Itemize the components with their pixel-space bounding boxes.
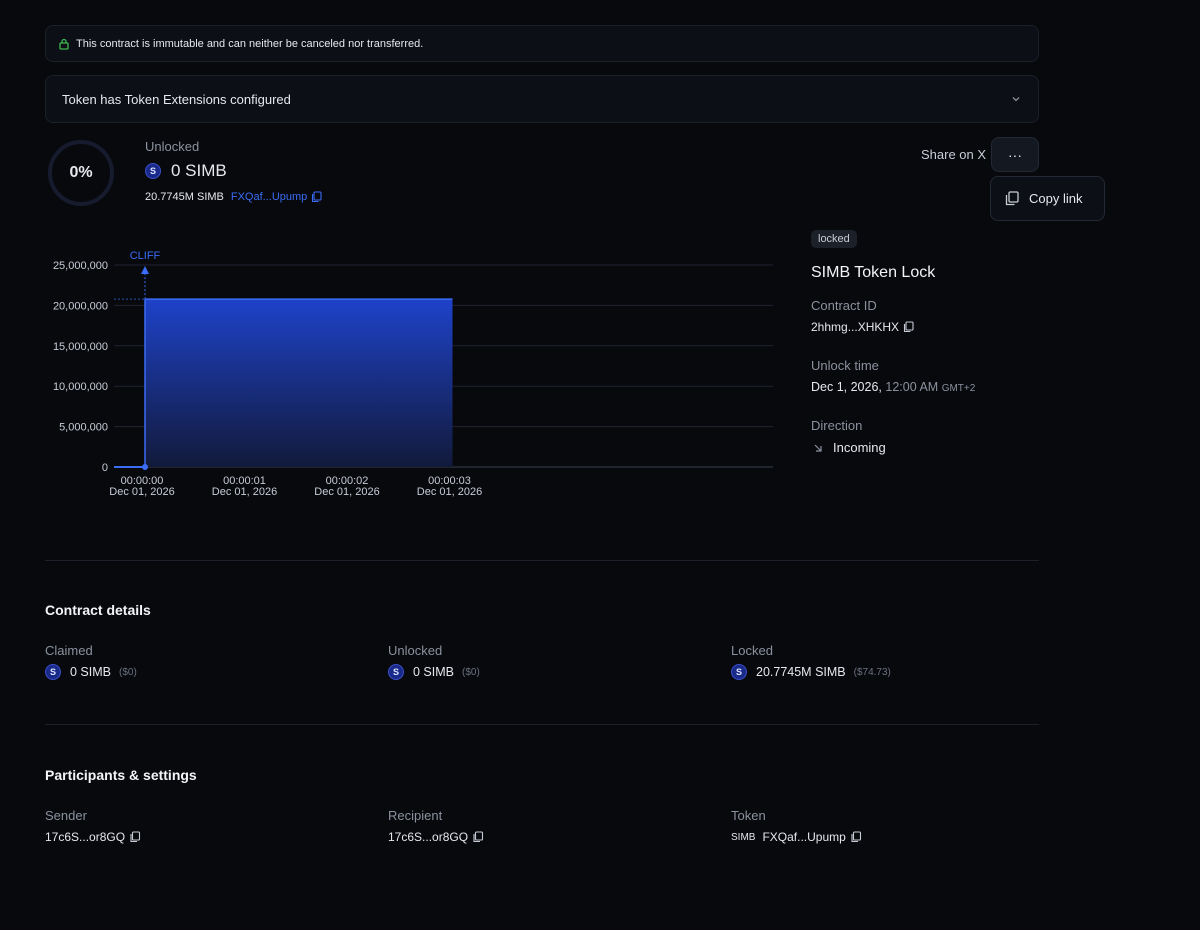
locked-usd: ($74.73) [853,666,891,678]
claimed-usd: ($0) [119,666,137,678]
recipient-row: 17c6S...or8GQ [388,830,484,844]
x-tick-date: Dec 01, 2026 [212,486,277,498]
token-address-link[interactable]: FXQaf...Upump [231,191,307,203]
status-label: Unlocked [145,139,200,154]
unlock-time-label: Unlock time [811,358,879,373]
more-options-button[interactable]: ··· [991,137,1039,172]
token-extensions-accordion[interactable]: Token has Token Extensions configured [45,75,1039,123]
contract-id-row: 2hhmg...XHKHX [811,320,914,334]
recipient-address: 17c6S...or8GQ [388,830,469,844]
unlock-timezone: GMT+2 [941,383,976,394]
cliff-arrow-icon [141,266,149,274]
locked-value: S 20.7745M SIMB ($74.73) [731,664,891,680]
cliff-label: CLIFF [130,250,161,262]
lock-icon [59,38,69,50]
direction-value: Incoming [833,440,886,455]
token-icon: S [145,163,161,179]
progress-percent: 0% [69,164,93,181]
arrow-down-right-icon [814,444,822,452]
contract-details-title: Contract details [45,602,151,618]
token-symbol: SIMB [731,831,756,843]
unlocked-usd: ($0) [462,666,480,678]
contract-id-label: Contract ID [811,298,877,313]
direction-label: Direction [811,418,863,433]
copy-icon[interactable] [129,831,141,843]
share-on-x-button[interactable]: Share on X [921,147,986,162]
participants-title: Participants & settings [45,767,197,783]
contract-title: SIMB Token Lock [811,264,936,281]
total-amount: 20.7745M SIMB [145,191,224,203]
copy-icon[interactable] [850,831,862,843]
unlock-time-value: Dec 1, 2026, 12:00 AM GMT+2 [811,380,975,394]
claimed-amount: 0 SIMB [70,665,111,679]
total-row: 20.7745M SIMB FXQaf...Upump [145,191,322,203]
unlocked-amount-value: 0 SIMB [171,161,227,180]
sender-address: 17c6S...or8GQ [45,830,126,844]
direction-row: Incoming [811,440,886,455]
y-tick-label: 15,000,000 [53,341,108,353]
locked-label: Locked [731,643,773,658]
copy-icon [1005,191,1019,206]
token-icon: S [388,664,404,680]
token-address: FXQaf...Upump [762,830,846,844]
x-tick-date: Dec 01, 2026 [417,486,482,498]
more-icon: ··· [1008,146,1022,163]
chevron-down-icon [1012,97,1020,102]
y-tick-label: 5,000,000 [59,422,108,434]
x-tick-date: Dec 01, 2026 [314,486,379,498]
locked-amount: 20.7745M SIMB [756,665,846,679]
sender-row: 17c6S...or8GQ [45,830,141,844]
y-tick-label: 25,000,000 [53,260,108,272]
area-fill [145,299,453,467]
section-divider [45,724,1039,725]
immutable-text: This contract is immutable and can neith… [76,37,424,50]
unlocked-amount: S 0 SIMB [145,161,227,181]
recipient-label: Recipient [388,808,443,823]
copy-link-menu-item[interactable]: Copy link [990,176,1105,221]
claimed-value: S 0 SIMB ($0) [45,664,137,680]
section-divider [45,560,1039,561]
unlocked-value: S 0 SIMB ($0) [388,664,480,680]
token-icon: S [731,664,747,680]
y-tick-label: 10,000,000 [53,381,108,393]
unlock-progress-ring: 0% [48,140,114,206]
sender-label: Sender [45,808,87,823]
unlocked-label: Unlocked [388,643,443,658]
status-badge: locked [811,230,857,248]
unlocked-detail-amount: 0 SIMB [413,665,454,679]
claimed-label: Claimed [45,643,93,658]
data-point [142,464,148,470]
copy-icon[interactable] [472,831,484,843]
token-extensions-label: Token has Token Extensions configured [62,91,291,107]
copy-link-label: Copy link [1029,191,1083,206]
immutable-banner: This contract is immutable and can neith… [45,25,1039,62]
contract-id-value: 2hhmg...XHKHX [811,320,900,334]
token-row: SIMB FXQaf...Upump [731,830,862,844]
copy-icon[interactable] [311,191,322,203]
unlock-date: Dec 1, 2026, [811,380,882,394]
unlock-chart: 25,000,000 20,000,000 15,000,000 10,000,000… [53,250,773,498]
token-label: Token [731,808,766,823]
x-tick-date: Dec 01, 2026 [109,486,174,498]
token-icon: S [45,664,61,680]
unlock-clock: 12:00 AM [885,380,939,394]
y-tick-label: 20,000,000 [53,300,108,312]
y-tick-label: 0 [102,462,108,474]
copy-icon[interactable] [903,321,914,333]
